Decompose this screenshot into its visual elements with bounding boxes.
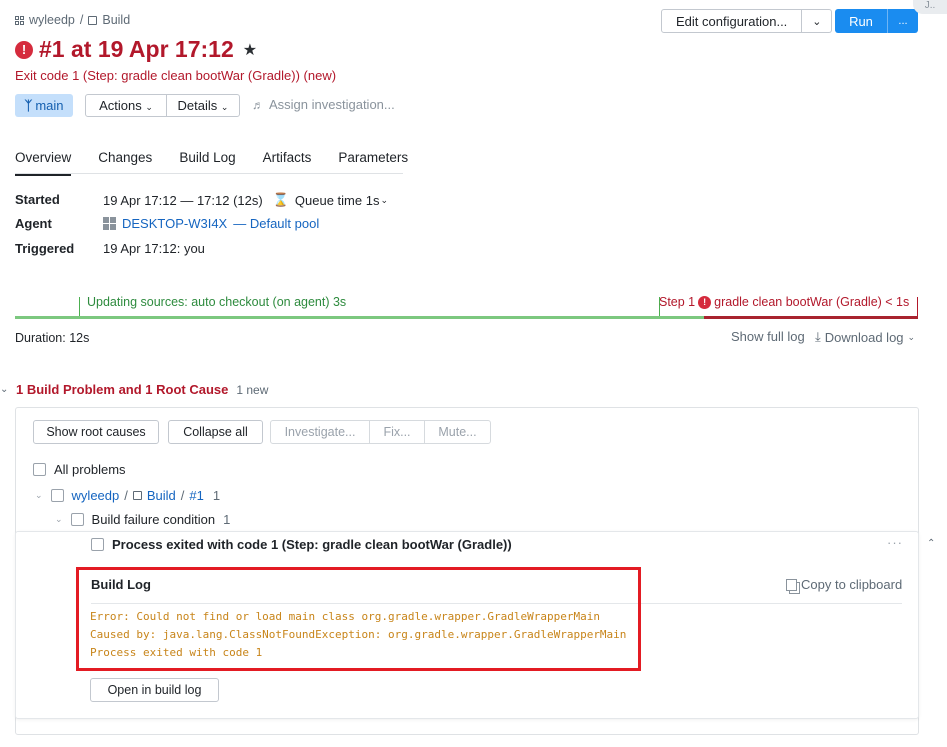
mute-button[interactable]: Mute...	[424, 420, 491, 444]
triggered-value: 19 Apr 17:12: you	[103, 241, 205, 256]
show-full-log-link[interactable]: Show full log	[731, 329, 805, 344]
tab-divider	[15, 173, 403, 174]
windows-icon	[103, 217, 116, 230]
branch-label: main	[35, 98, 64, 113]
chevron-down-icon: ⌄	[220, 102, 229, 112]
breadcrumb-project[interactable]: wyleedp	[29, 13, 75, 27]
timeline-bar-success	[15, 316, 704, 319]
tree-separator: /	[180, 488, 185, 503]
more-options-icon[interactable]: ···	[887, 535, 903, 550]
chevron-down-icon[interactable]: ⌄	[35, 490, 43, 501]
build-title-row: ! #1 at 19 Apr 17:12 ★	[15, 36, 257, 63]
problems-title: 1 Build Problem and 1 Root Cause	[16, 382, 229, 397]
tree-build-checkbox[interactable]	[50, 489, 64, 502]
chevron-down-icon: ⌄	[145, 102, 153, 112]
all-problems-checkbox[interactable]	[33, 463, 46, 476]
failure-condition-count: 1	[223, 512, 231, 527]
tree-project-link[interactable]: wyleedp	[72, 488, 120, 503]
timeline-bar-failure	[704, 316, 918, 319]
agent-value-row: DESKTOP-W3I4X — Default pool	[103, 216, 319, 231]
edit-configuration-group: Edit configuration... ⌄	[661, 9, 833, 33]
problems-header[interactable]: ⌄ 1 Build Problem and 1 Root Cause 1 new	[0, 382, 268, 397]
agent-pool-link[interactable]: — Default pool	[233, 216, 319, 231]
branch-badge[interactable]: ᛉ main	[15, 94, 73, 117]
timeline-step-gradle-label: gradle clean bootWar (Gradle) < 1s	[714, 295, 910, 309]
star-icon[interactable]: ★	[243, 40, 257, 60]
copy-to-clipboard-label: Copy to clipboard	[801, 577, 903, 592]
edit-configuration-button[interactable]: Edit configuration...	[661, 9, 803, 33]
investigate-button[interactable]: Investigate...	[270, 420, 370, 444]
all-problems-label: All problems	[54, 462, 126, 477]
queue-time[interactable]: Queue time 1s	[295, 193, 380, 208]
chevron-down-icon: ⌄	[380, 194, 388, 205]
tree-build-path: wyleedp / Build / #1 1	[72, 488, 221, 503]
failure-condition-checkbox[interactable]	[70, 513, 84, 526]
problem-detail-header: Process exited with code 1 (Step: gradle…	[91, 537, 512, 552]
problem-checkbox[interactable]	[91, 538, 104, 551]
timeline-step-sources[interactable]: Updating sources: auto checkout (on agen…	[87, 295, 346, 309]
tree-separator: /	[124, 488, 128, 503]
project-icon	[15, 15, 24, 25]
tree-row-failure-condition: ⌄ Build failure condition 1	[55, 512, 230, 527]
agent-label: Agent	[15, 216, 52, 231]
hourglass-icon: ⌛	[272, 192, 289, 207]
run-options-button[interactable]: ...	[887, 9, 918, 33]
chevron-down-icon: ⌄	[907, 331, 916, 342]
download-log-link[interactable]: ⤓ Download log ⌄	[815, 329, 915, 345]
branch-icon: ᛉ	[24, 98, 33, 113]
timeline-step-gradle[interactable]: Step 1 ! gradle clean bootWar (Gradle) <…	[659, 295, 909, 309]
chevron-down-icon[interactable]: ⌄	[55, 514, 63, 525]
timeline-tick	[917, 297, 918, 318]
collapse-all-button[interactable]: Collapse all	[168, 420, 263, 444]
breadcrumb-separator: /	[79, 13, 84, 27]
triggered-label: Triggered	[15, 241, 75, 256]
build-status-text: Exit code 1 (Step: gradle clean bootWar …	[15, 68, 337, 83]
breadcrumb: wyleedp / Build	[15, 13, 130, 27]
failure-condition-label: Build failure condition	[91, 512, 216, 527]
download-icon: ⤓	[815, 329, 821, 344]
show-root-causes-button[interactable]: Show root causes	[33, 420, 159, 444]
details-label: Details	[177, 98, 218, 113]
open-in-build-log-button[interactable]: Open in build log	[90, 678, 219, 702]
edit-configuration-dropdown[interactable]: ⌄	[802, 9, 833, 33]
assign-investigation-link[interactable]: ♬ Assign investigation...	[252, 97, 395, 112]
assign-investigation-label: Assign investigation...	[269, 97, 395, 112]
tree-build-link[interactable]: Build	[147, 488, 176, 503]
build-config-icon	[132, 491, 142, 500]
breadcrumb-build-config[interactable]: Build	[102, 13, 130, 27]
timeline-step-prefix: Step 1	[659, 295, 696, 309]
copy-to-clipboard-button[interactable]: Copy to clipboard	[786, 577, 902, 592]
highlight-box	[76, 567, 641, 671]
error-icon: !	[698, 295, 712, 309]
agent-link[interactable]: DESKTOP-W3I4X	[122, 216, 227, 231]
investigator-icon: ♬	[252, 97, 264, 112]
problems-new-count: 1 new	[236, 382, 269, 397]
tree-count: 1	[212, 488, 221, 503]
build-duration: Duration: 12s	[15, 331, 90, 345]
tree-build-number-link[interactable]: #1	[189, 488, 203, 503]
chevron-down-icon: ⌄	[0, 384, 9, 395]
chevron-up-icon[interactable]: ⌃	[927, 538, 935, 549]
started-value: 19 Apr 17:12 — 17:12 (12s)	[103, 192, 263, 208]
started-value-row: 19 Apr 17:12 — 17:12 (12s) ⌛ Queue time …	[103, 192, 388, 208]
details-button[interactable]: Details ⌄	[166, 94, 240, 117]
build-config-icon	[88, 15, 98, 25]
problem-detail-title: Process exited with code 1 (Step: gradle…	[112, 537, 512, 552]
page-title: #1 at 19 Apr 17:12	[39, 36, 234, 62]
chevron-down-icon: ⌄	[812, 15, 822, 28]
run-button[interactable]: Run	[835, 9, 887, 33]
actions-label: Actions	[99, 98, 142, 113]
all-problems-row: All problems	[33, 462, 126, 477]
tree-row-build: ⌄ wyleedp / Build / #1 1	[35, 488, 220, 503]
actions-button[interactable]: Actions ⌄	[85, 94, 167, 117]
timeline-tick	[79, 297, 80, 318]
copy-icon	[786, 578, 797, 591]
started-label: Started	[15, 192, 60, 207]
run-group: Run ...	[835, 9, 918, 33]
error-icon: !	[15, 40, 33, 59]
corner-badge[interactable]: J..	[913, 0, 947, 14]
download-log-label: Download log	[824, 329, 904, 345]
fix-button[interactable]: Fix...	[369, 420, 425, 444]
